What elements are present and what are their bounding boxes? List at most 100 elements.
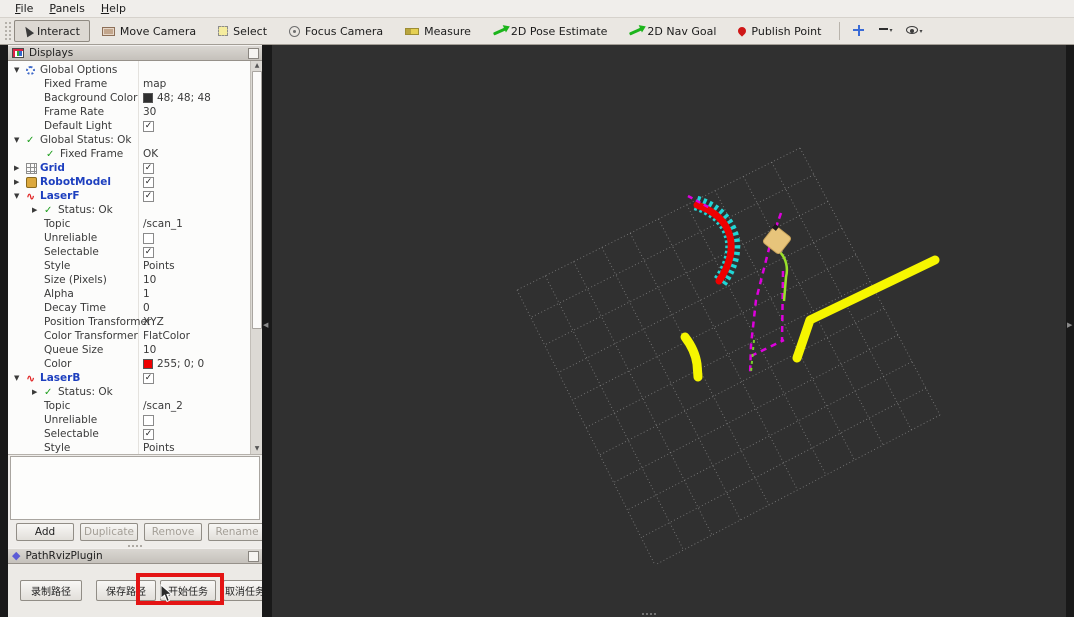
- expander-arrow-icon[interactable]: [14, 164, 26, 172]
- checkbox[interactable]: [143, 120, 154, 132]
- property-value[interactable]: XYZ: [143, 316, 164, 328]
- tool-button[interactable]: Focus Camera: [279, 20, 393, 42]
- display-action-button[interactable]: Duplicate: [80, 523, 138, 541]
- displays-panel-header[interactable]: Displays: [8, 45, 262, 61]
- tree-row[interactable]: Style Points: [8, 259, 250, 273]
- viewport-canvas[interactable]: [272, 45, 1066, 617]
- plugin-task-button[interactable]: 取消任务: [223, 580, 267, 601]
- tree-row[interactable]: Grid: [8, 161, 250, 175]
- dock-splitter[interactable]: ◀: [262, 45, 272, 617]
- tree-row[interactable]: Status: Ok: [8, 203, 250, 217]
- tree-row[interactable]: Unreliable: [8, 231, 250, 245]
- tool-button[interactable]: Select: [208, 20, 277, 42]
- tree-row[interactable]: Unreliable: [8, 413, 250, 427]
- tool-button[interactable]: 2D Pose Estimate: [483, 20, 618, 42]
- checkbox[interactable]: [143, 162, 154, 174]
- tree-row[interactable]: Position Transformer XYZ: [8, 315, 250, 329]
- 3d-viewport[interactable]: [272, 45, 1066, 617]
- tree-row[interactable]: LaserB: [8, 371, 250, 385]
- tree-row[interactable]: Queue Size 10: [8, 343, 250, 357]
- tree-row[interactable]: Topic /scan_1: [8, 217, 250, 231]
- view-tool-button[interactable]: ▾: [899, 23, 929, 39]
- display-action-button[interactable]: Remove: [144, 523, 202, 541]
- expander-arrow-icon[interactable]: [14, 66, 26, 74]
- checkbox[interactable]: [143, 232, 154, 244]
- tree-scrollbar[interactable]: ▲ ▼: [250, 61, 262, 454]
- tree-row[interactable]: Size (Pixels) 10: [8, 273, 250, 287]
- tree-row[interactable]: Fixed Frame map: [8, 77, 250, 91]
- property-value[interactable]: 48; 48; 48: [143, 92, 211, 104]
- toolbar-grip[interactable]: [5, 22, 11, 40]
- tree-row[interactable]: Default Light: [8, 119, 250, 133]
- property-value[interactable]: [143, 190, 158, 202]
- viewport-bottom-grip[interactable]: [642, 613, 656, 615]
- menu-item[interactable]: Help: [94, 1, 133, 16]
- menu-item[interactable]: File: [8, 1, 40, 16]
- expander-arrow-icon[interactable]: [14, 136, 26, 144]
- scroll-up-icon[interactable]: ▲: [251, 61, 262, 71]
- collapse-right-icon[interactable]: ▶: [1067, 321, 1072, 329]
- property-value[interactable]: [143, 232, 158, 244]
- tree-row[interactable]: Status: Ok: [8, 385, 250, 399]
- property-value[interactable]: [143, 162, 158, 174]
- tree-row[interactable]: Background Color 48; 48; 48: [8, 91, 250, 105]
- view-tool-button[interactable]: [846, 22, 872, 41]
- tool-button[interactable]: Measure: [395, 20, 481, 42]
- tree-row[interactable]: RobotModel: [8, 175, 250, 189]
- checkbox[interactable]: [143, 414, 154, 426]
- tree-row[interactable]: Fixed Frame OK: [8, 147, 250, 161]
- property-value[interactable]: [143, 120, 158, 132]
- property-value[interactable]: 1: [143, 288, 150, 300]
- tree-row[interactable]: Selectable: [8, 245, 250, 259]
- tree-row[interactable]: Decay Time 0: [8, 301, 250, 315]
- property-value[interactable]: [143, 176, 158, 188]
- collapse-left-icon[interactable]: ◀: [263, 321, 268, 329]
- expander-arrow-icon[interactable]: [32, 206, 44, 214]
- property-value[interactable]: OK: [143, 148, 158, 160]
- property-value[interactable]: 10: [143, 344, 156, 356]
- expander-arrow-icon[interactable]: [14, 192, 26, 200]
- panel-float-button[interactable]: [248, 48, 259, 59]
- property-value[interactable]: [143, 428, 158, 440]
- scrollbar-thumb[interactable]: [252, 71, 262, 329]
- displays-tree[interactable]: Global Options Fixed Frame: [8, 61, 262, 455]
- tool-button[interactable]: Interact: [14, 20, 90, 42]
- tool-button[interactable]: Publish Point: [728, 20, 831, 42]
- property-value[interactable]: 255; 0; 0: [143, 358, 204, 370]
- tool-button[interactable]: 2D Nav Goal: [619, 20, 726, 42]
- plugin-task-button[interactable]: 录制路径: [20, 580, 82, 601]
- color-swatch[interactable]: [143, 93, 153, 103]
- checkbox[interactable]: [143, 246, 154, 258]
- expander-arrow-icon[interactable]: [14, 374, 26, 382]
- property-value[interactable]: [143, 246, 158, 258]
- property-value[interactable]: map: [143, 78, 166, 90]
- panel-float-button[interactable]: [248, 551, 259, 562]
- tree-row[interactable]: Global Status: Ok: [8, 133, 250, 147]
- tree-row[interactable]: LaserF: [8, 189, 250, 203]
- property-value[interactable]: 0: [143, 302, 150, 314]
- tree-row[interactable]: Alpha 1: [8, 287, 250, 301]
- property-value[interactable]: 30: [143, 106, 156, 118]
- property-value[interactable]: FlatColor: [143, 330, 190, 342]
- property-value[interactable]: /scan_2: [143, 400, 183, 412]
- checkbox[interactable]: [143, 372, 154, 384]
- scroll-down-icon[interactable]: ▼: [251, 444, 262, 454]
- checkbox[interactable]: [143, 176, 154, 188]
- expander-arrow-icon[interactable]: [32, 388, 44, 396]
- property-value[interactable]: [143, 414, 158, 426]
- plugin-panel-header[interactable]: ◆ PathRvizPlugin: [8, 548, 262, 564]
- tree-row[interactable]: Color 255; 0; 0: [8, 357, 250, 371]
- tool-button[interactable]: Move Camera: [92, 20, 206, 42]
- checkbox[interactable]: [143, 428, 154, 440]
- property-value[interactable]: Points: [143, 442, 175, 454]
- display-action-button[interactable]: Rename: [208, 523, 266, 541]
- property-value[interactable]: 10: [143, 274, 156, 286]
- checkbox[interactable]: [143, 190, 154, 202]
- property-value[interactable]: [143, 372, 158, 384]
- display-action-button[interactable]: Add: [16, 523, 74, 541]
- property-value[interactable]: Points: [143, 260, 175, 272]
- tree-row[interactable]: Color Transformer FlatColor: [8, 329, 250, 343]
- color-swatch[interactable]: [143, 359, 153, 369]
- tree-row[interactable]: Frame Rate 30: [8, 105, 250, 119]
- view-tool-button[interactable]: ▾: [872, 25, 899, 38]
